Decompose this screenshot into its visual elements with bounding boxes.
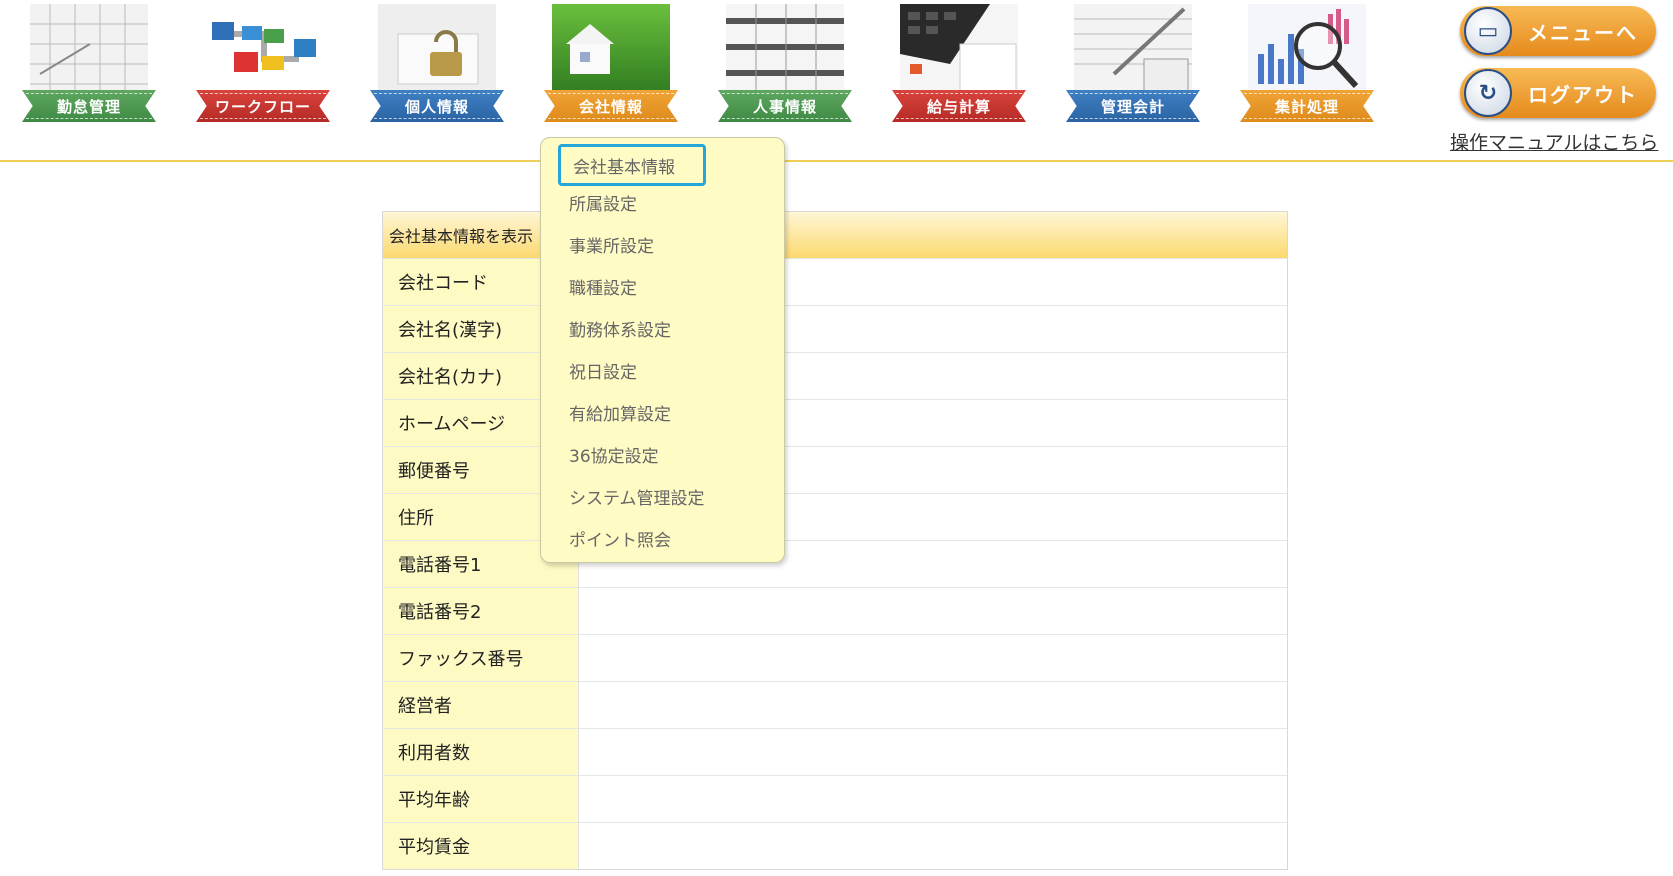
row-value [579, 635, 1287, 681]
nav-label: 会社情報 [544, 90, 678, 122]
nav-item-accounting[interactable]: 管理会計 [1060, 4, 1200, 126]
nav-label: 給与計算 [892, 90, 1026, 122]
row-label: 利用者数 [383, 729, 579, 775]
workflow-icon [204, 4, 322, 96]
house-icon [552, 4, 670, 96]
row-label: 平均賃金 [383, 823, 579, 869]
padlock-icon [378, 4, 496, 96]
dropdown-item-work-system[interactable]: 勤務体系設定 [553, 311, 769, 345]
nav-item-personal[interactable]: 個人情報 [364, 4, 504, 126]
logout-button-label: ログアウト [1528, 82, 1638, 107]
nav-label: 集計処理 [1240, 90, 1374, 122]
table-row: 住所 [383, 494, 1287, 541]
table-header: 会社基本情報を表示 [383, 212, 1287, 259]
row-label: ファックス番号 [383, 635, 579, 681]
table-row: 会社コード [383, 259, 1287, 306]
dropdown-item-point-inquiry[interactable]: ポイント照会 [553, 521, 769, 555]
dropdown-item-department[interactable]: 所属設定 [553, 185, 769, 219]
nav-item-payroll[interactable]: 給与計算 [886, 4, 1026, 126]
row-value [579, 729, 1287, 775]
file-cabinet-icon [726, 4, 844, 96]
nav-label: 人事情報 [718, 90, 852, 122]
table-row: ファックス番号 [383, 635, 1287, 682]
table-row: 電話番号1 [383, 541, 1287, 588]
manual-link[interactable]: 操作マニュアルはこちら [1450, 128, 1658, 155]
company-info-table: 会社基本情報を表示 会社コード 会社名(漢字) 会社名(カナ) ホームページ 郵… [382, 211, 1288, 870]
dropdown-item-paid-leave[interactable]: 有給加算設定 [553, 395, 769, 429]
nav-label: 管理会計 [1066, 90, 1200, 122]
ledger-icon [1074, 4, 1192, 96]
row-label: 経営者 [383, 682, 579, 728]
table-row: 電話番号2 [383, 588, 1287, 635]
magnifier-chart-icon [1248, 4, 1366, 96]
header-divider [0, 160, 1673, 162]
row-value [579, 776, 1287, 822]
nav-item-attendance[interactable]: 勤怠管理 [16, 4, 156, 126]
dropdown-item-office[interactable]: 事業所設定 [553, 227, 769, 261]
refresh-icon: ↻ [1464, 69, 1512, 117]
table-row: 会社名(カナ) [383, 353, 1287, 400]
dropdown-item-job-type[interactable]: 職種設定 [553, 269, 769, 303]
table-row: 利用者数 [383, 729, 1287, 776]
menu-button-label: メニューへ [1528, 20, 1638, 45]
calendar-icon [30, 4, 148, 96]
top-navigation: 勤怠管理 ワークフロー 個人情報 会社情報 人事情報 給与計算 管理会計 集計処… [0, 0, 1673, 160]
row-value [579, 682, 1287, 728]
table-row: 平均賃金 [383, 823, 1287, 869]
menu-button[interactable]: ▭ メニューへ [1460, 6, 1656, 56]
row-label: 電話番号2 [383, 588, 579, 634]
row-value [579, 823, 1287, 869]
table-row: 平均年齢 [383, 776, 1287, 823]
table-row: 郵便番号 [383, 447, 1287, 494]
calculator-icon [900, 4, 1018, 96]
menu-icon: ▭ [1464, 7, 1512, 55]
table-row: 会社名(漢字) [383, 306, 1287, 353]
nav-label: 勤怠管理 [22, 90, 156, 122]
row-label: 平均年齢 [383, 776, 579, 822]
dropdown-item-system-admin[interactable]: システム管理設定 [553, 479, 769, 513]
row-value [579, 588, 1287, 634]
nav-label: 個人情報 [370, 90, 504, 122]
nav-item-workflow[interactable]: ワークフロー [190, 4, 330, 126]
logout-button[interactable]: ↻ ログアウト [1460, 68, 1656, 118]
nav-item-company[interactable]: 会社情報 [538, 4, 678, 126]
table-row: ホームページ [383, 400, 1287, 447]
dropdown-item-agreement-36[interactable]: 36協定設定 [553, 437, 769, 471]
nav-label: ワークフロー [196, 90, 330, 122]
dropdown-item-holiday[interactable]: 祝日設定 [553, 353, 769, 387]
table-row: 経営者 [383, 682, 1287, 729]
nav-item-hr[interactable]: 人事情報 [712, 4, 852, 126]
dropdown-item-company-basic[interactable]: 会社基本情報 [558, 144, 706, 186]
nav-item-aggregation[interactable]: 集計処理 [1234, 4, 1374, 126]
company-info-dropdown: 会社基本情報 所属設定 事業所設定 職種設定 勤務体系設定 祝日設定 有給加算設… [540, 137, 785, 563]
